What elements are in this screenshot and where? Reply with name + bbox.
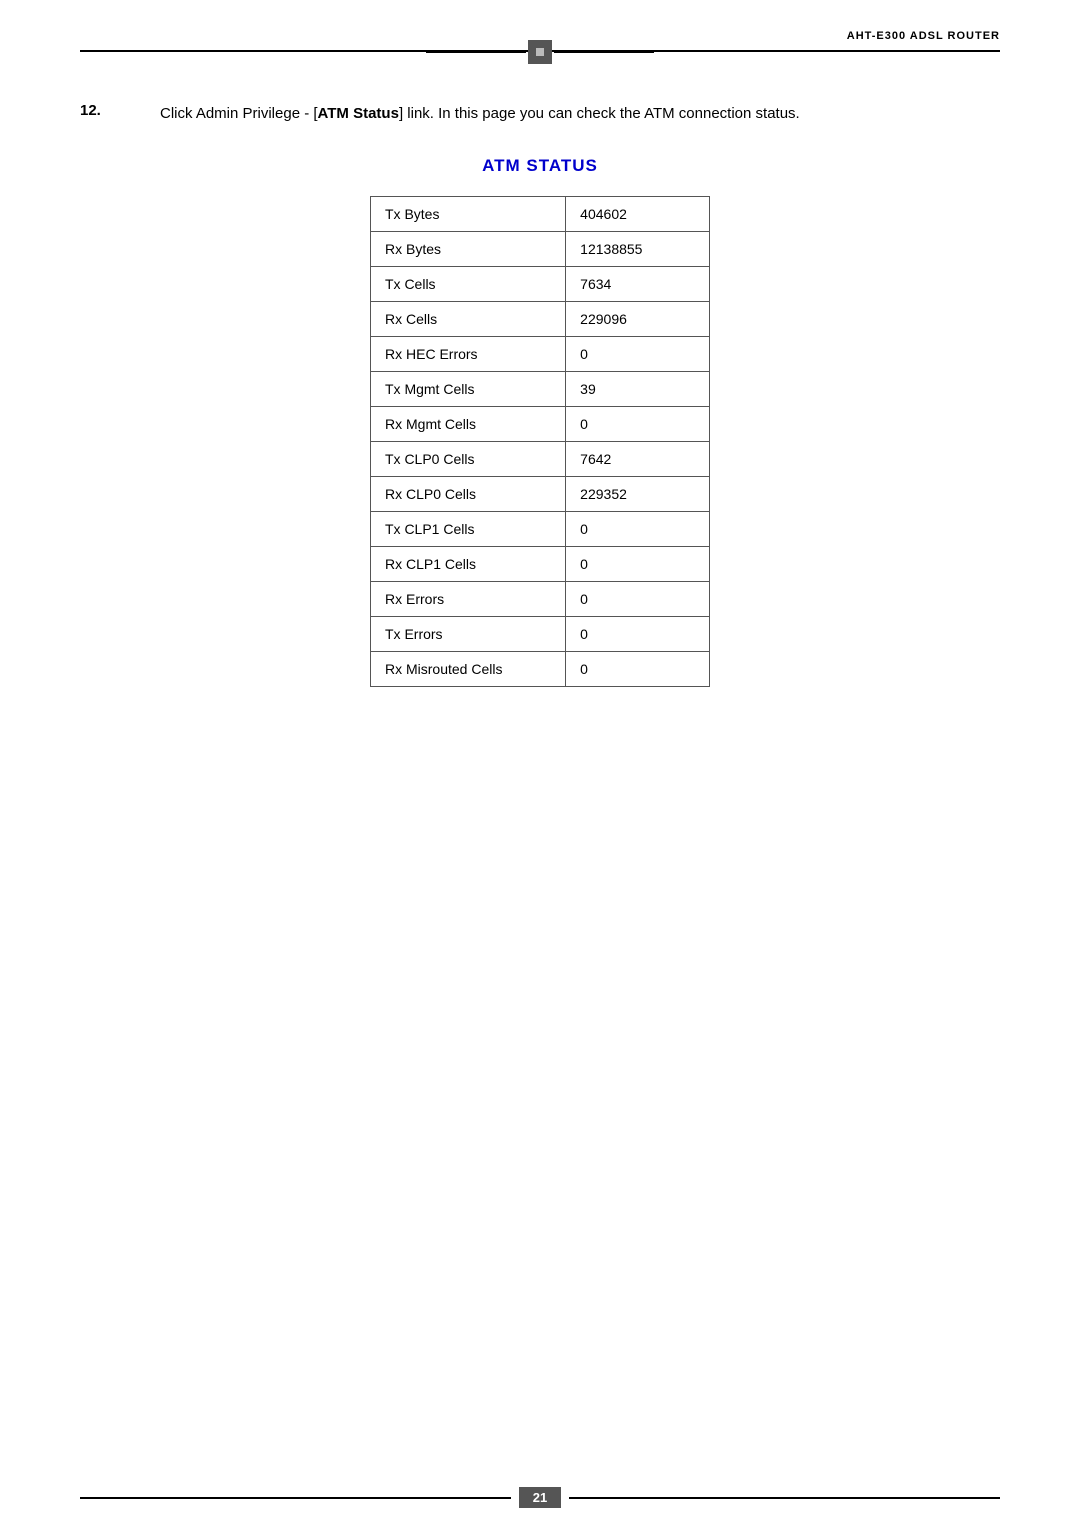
table-cell-value: 229352 [566,477,710,512]
table-cell-label: Tx Cells [371,267,566,302]
table-row: Rx Errors0 [371,582,710,617]
table-cell-label: Rx HEC Errors [371,337,566,372]
table-cell-value: 0 [566,547,710,582]
table-cell-label: Tx CLP0 Cells [371,442,566,477]
atm-table-wrapper: Tx Bytes404602Rx Bytes12138855Tx Cells76… [80,196,1000,687]
table-row: Rx Mgmt Cells0 [371,407,710,442]
table-row: Tx Errors0 [371,617,710,652]
instruction-text-after: ] link. In this page you can check the A… [399,105,800,122]
main-content: 12. Click Admin Privilege - [ATM Status]… [80,52,1000,787]
table-cell-label: Rx Misrouted Cells [371,652,566,687]
table-cell-label: Rx CLP1 Cells [371,547,566,582]
table-cell-value: 0 [566,337,710,372]
table-cell-label: Tx Bytes [371,197,566,232]
table-cell-label: Rx CLP0 Cells [371,477,566,512]
page-number-badge: 21 [519,1487,561,1508]
instruction-block: 12. Click Admin Privilege - [ATM Status]… [80,102,1000,126]
table-cell-value: 0 [566,652,710,687]
table-row: Rx CLP1 Cells0 [371,547,710,582]
table-row: Rx Misrouted Cells0 [371,652,710,687]
table-cell-value: 0 [566,512,710,547]
table-cell-value: 0 [566,582,710,617]
page-container: AHT-E300 ADSL ROUTER 12. Click Admin Pri… [0,0,1080,1528]
table-row: Rx Cells229096 [371,302,710,337]
atm-status-table: Tx Bytes404602Rx Bytes12138855Tx Cells76… [370,196,710,687]
table-cell-label: Tx CLP1 Cells [371,512,566,547]
footer-line-left [80,1497,511,1499]
table-cell-value: 229096 [566,302,710,337]
table-row: Tx CLP0 Cells7642 [371,442,710,477]
table-cell-label: Tx Mgmt Cells [371,372,566,407]
instruction-link-text: ATM Status [318,105,399,122]
table-cell-value: 0 [566,407,710,442]
table-cell-label: Rx Bytes [371,232,566,267]
table-row: Tx Mgmt Cells39 [371,372,710,407]
table-cell-value: 39 [566,372,710,407]
page-header: AHT-E300 ADSL ROUTER [80,0,1000,52]
table-cell-label: Rx Cells [371,302,566,337]
table-row: Rx Bytes12138855 [371,232,710,267]
instruction-number: 12. [80,102,130,126]
instruction-text-before: Click Admin Privilege - [ [160,105,318,122]
page-footer: 21 [0,1487,1080,1528]
table-row: Tx Cells7634 [371,267,710,302]
atm-status-title: ATM STATUS [80,156,1000,176]
table-cell-value: 12138855 [566,232,710,267]
table-cell-label: Tx Errors [371,617,566,652]
footer-line-right [569,1497,1000,1499]
table-cell-value: 404602 [566,197,710,232]
table-cell-label: Rx Mgmt Cells [371,407,566,442]
table-cell-value: 7634 [566,267,710,302]
table-cell-value: 0 [566,617,710,652]
table-row: Rx CLP0 Cells229352 [371,477,710,512]
instruction-text: Click Admin Privilege - [ATM Status] lin… [160,102,800,126]
table-row: Tx CLP1 Cells0 [371,512,710,547]
brand-label: AHT-E300 ADSL ROUTER [847,30,1000,42]
table-row: Tx Bytes404602 [371,197,710,232]
table-cell-value: 7642 [566,442,710,477]
table-cell-label: Rx Errors [371,582,566,617]
table-row: Rx HEC Errors0 [371,337,710,372]
